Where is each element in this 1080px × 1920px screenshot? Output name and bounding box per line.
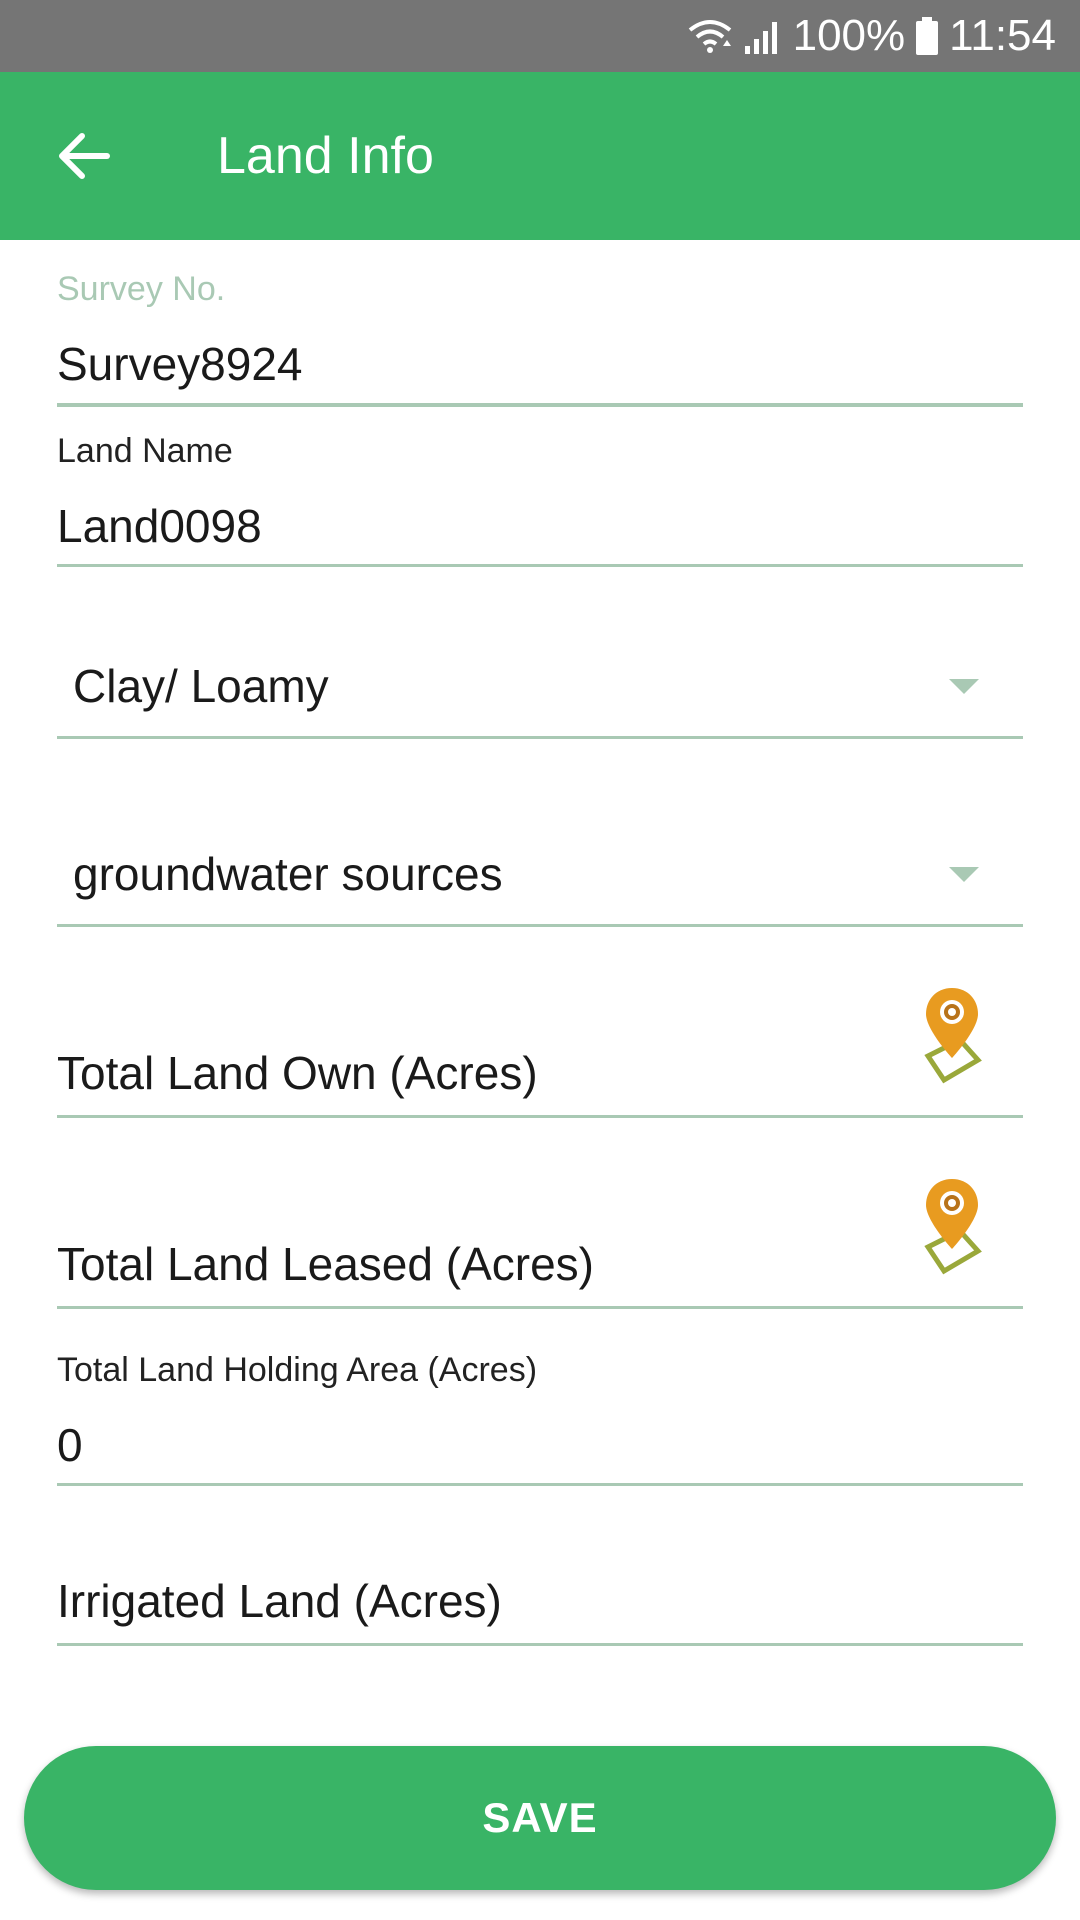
total-land-own-underline [57, 1115, 1023, 1118]
app-bar: Land Info [0, 72, 1080, 240]
battery-percent: 100% [792, 11, 906, 60]
total-land-own-input[interactable]: Total Land Own (Acres) [57, 1046, 1023, 1100]
survey-no-input[interactable]: Survey8924 [57, 337, 1023, 391]
total-land-leased-underline [57, 1306, 1023, 1309]
land-name-input[interactable]: Land0098 [57, 499, 1023, 553]
soil-type-dropdown[interactable]: Clay/ Loamy [57, 655, 1023, 715]
total-land-holding-field[interactable]: Total Land Holding Area (Acres) 0 [57, 1351, 1023, 1472]
water-source-dropdown[interactable]: groundwater sources [57, 843, 1023, 903]
dropdown-caret-icon [949, 679, 979, 694]
dropdown-caret-icon [949, 867, 979, 882]
back-button[interactable] [48, 120, 120, 192]
water-source-selected: groundwater sources [73, 848, 503, 900]
survey-no-field[interactable]: Survey No. Survey8924 [57, 270, 1023, 391]
soil-type-selected: Clay/ Loamy [73, 660, 329, 712]
irrigated-land-field[interactable]: Irrigated Land (Acres) [57, 1574, 1023, 1628]
total-land-holding-input[interactable]: 0 [57, 1418, 1023, 1472]
total-land-leased-input[interactable]: Total Land Leased (Acres) [57, 1237, 1023, 1291]
map-pin-icon[interactable] [922, 1175, 988, 1275]
land-name-label: Land Name [57, 432, 233, 470]
total-land-own-field[interactable]: Total Land Own (Acres) [57, 1046, 1023, 1100]
signal-icon [743, 16, 783, 56]
total-land-holding-underline [57, 1483, 1023, 1486]
survey-no-label: Survey No. [57, 270, 226, 308]
clock: 11:54 [949, 11, 1056, 60]
map-pin-icon[interactable] [922, 984, 988, 1084]
land-name-field[interactable]: Land Name Land0098 [57, 432, 1023, 553]
land-name-underline [57, 564, 1023, 567]
irrigated-land-input[interactable]: Irrigated Land (Acres) [57, 1574, 1023, 1628]
page-title: Land Info [217, 127, 434, 185]
irrigated-land-underline [57, 1643, 1023, 1646]
arrow-left-icon [59, 133, 110, 179]
total-land-leased-field[interactable]: Total Land Leased (Acres) [57, 1237, 1023, 1291]
battery-icon [915, 16, 939, 56]
soil-type-underline [57, 736, 1023, 739]
water-source-underline [57, 924, 1023, 927]
total-land-holding-label: Total Land Holding Area (Acres) [57, 1351, 538, 1389]
wifi-icon [687, 16, 733, 56]
survey-no-underline [57, 403, 1023, 407]
status-bar: 100% 11:54 [0, 0, 1080, 72]
save-button[interactable]: SAVE [24, 1746, 1056, 1890]
